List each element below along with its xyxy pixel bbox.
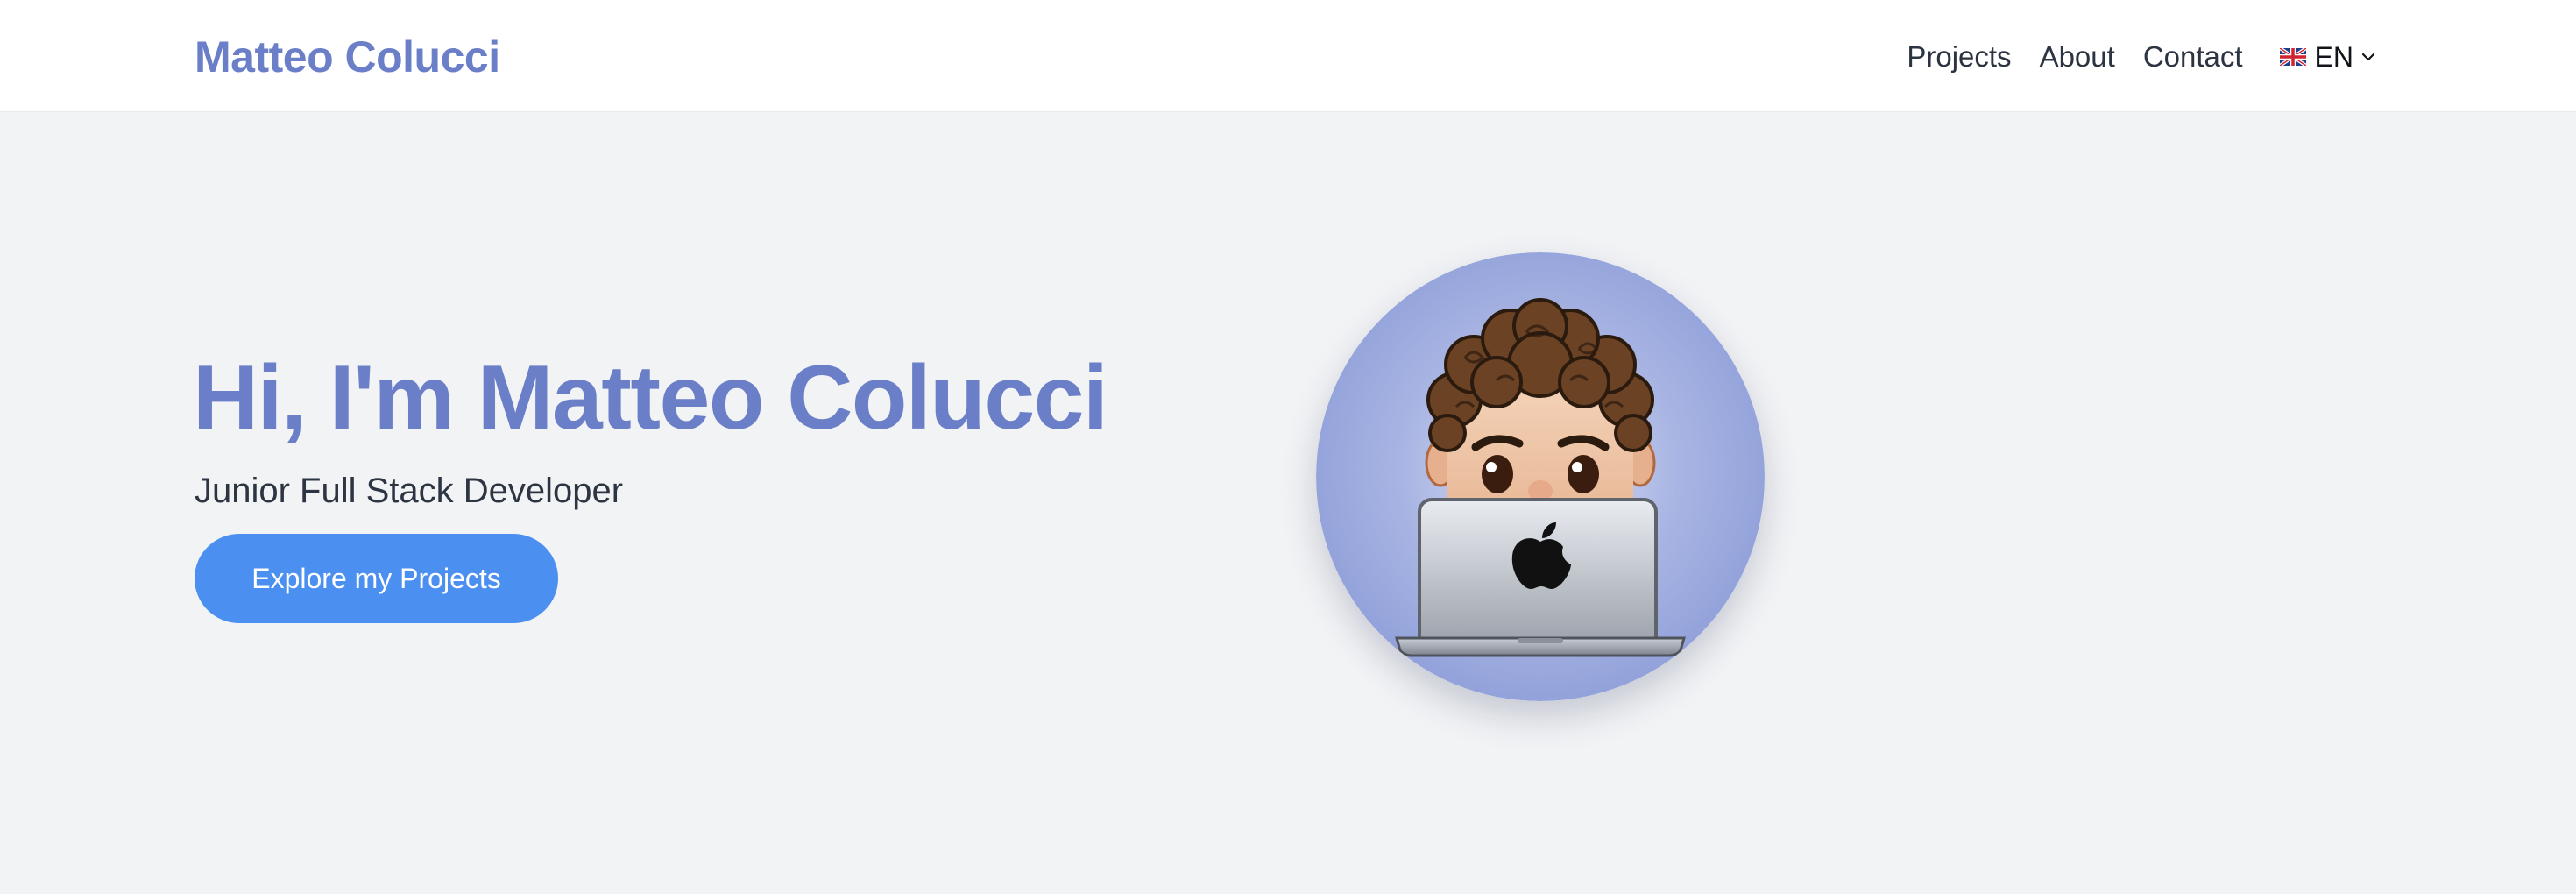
hero-subtitle: Junior Full Stack Developer xyxy=(195,472,624,510)
hero-title: Hi, I'm Matteo Colucci xyxy=(193,347,1108,449)
nav-menu: Projects About Contact EN xyxy=(1879,37,2376,77)
nav-link-projects[interactable]: Projects xyxy=(1907,37,2011,77)
nav-link-about[interactable]: About xyxy=(2040,37,2115,77)
brand-logo-text[interactable]: Matteo Colucci xyxy=(195,32,500,82)
language-code: EN xyxy=(2314,41,2353,73)
uk-flag-icon xyxy=(2279,48,2306,66)
nav-link-contact[interactable]: Contact xyxy=(2143,37,2243,77)
top-navbar: Matteo Colucci Projects About Contact EN xyxy=(0,0,2576,112)
explore-projects-button[interactable]: Explore my Projects xyxy=(195,534,558,623)
chevron-down-icon xyxy=(2361,53,2375,61)
language-selector[interactable]: EN xyxy=(2279,37,2376,77)
memoji-avatar-icon xyxy=(1316,252,1765,701)
avatar xyxy=(1316,252,1765,701)
